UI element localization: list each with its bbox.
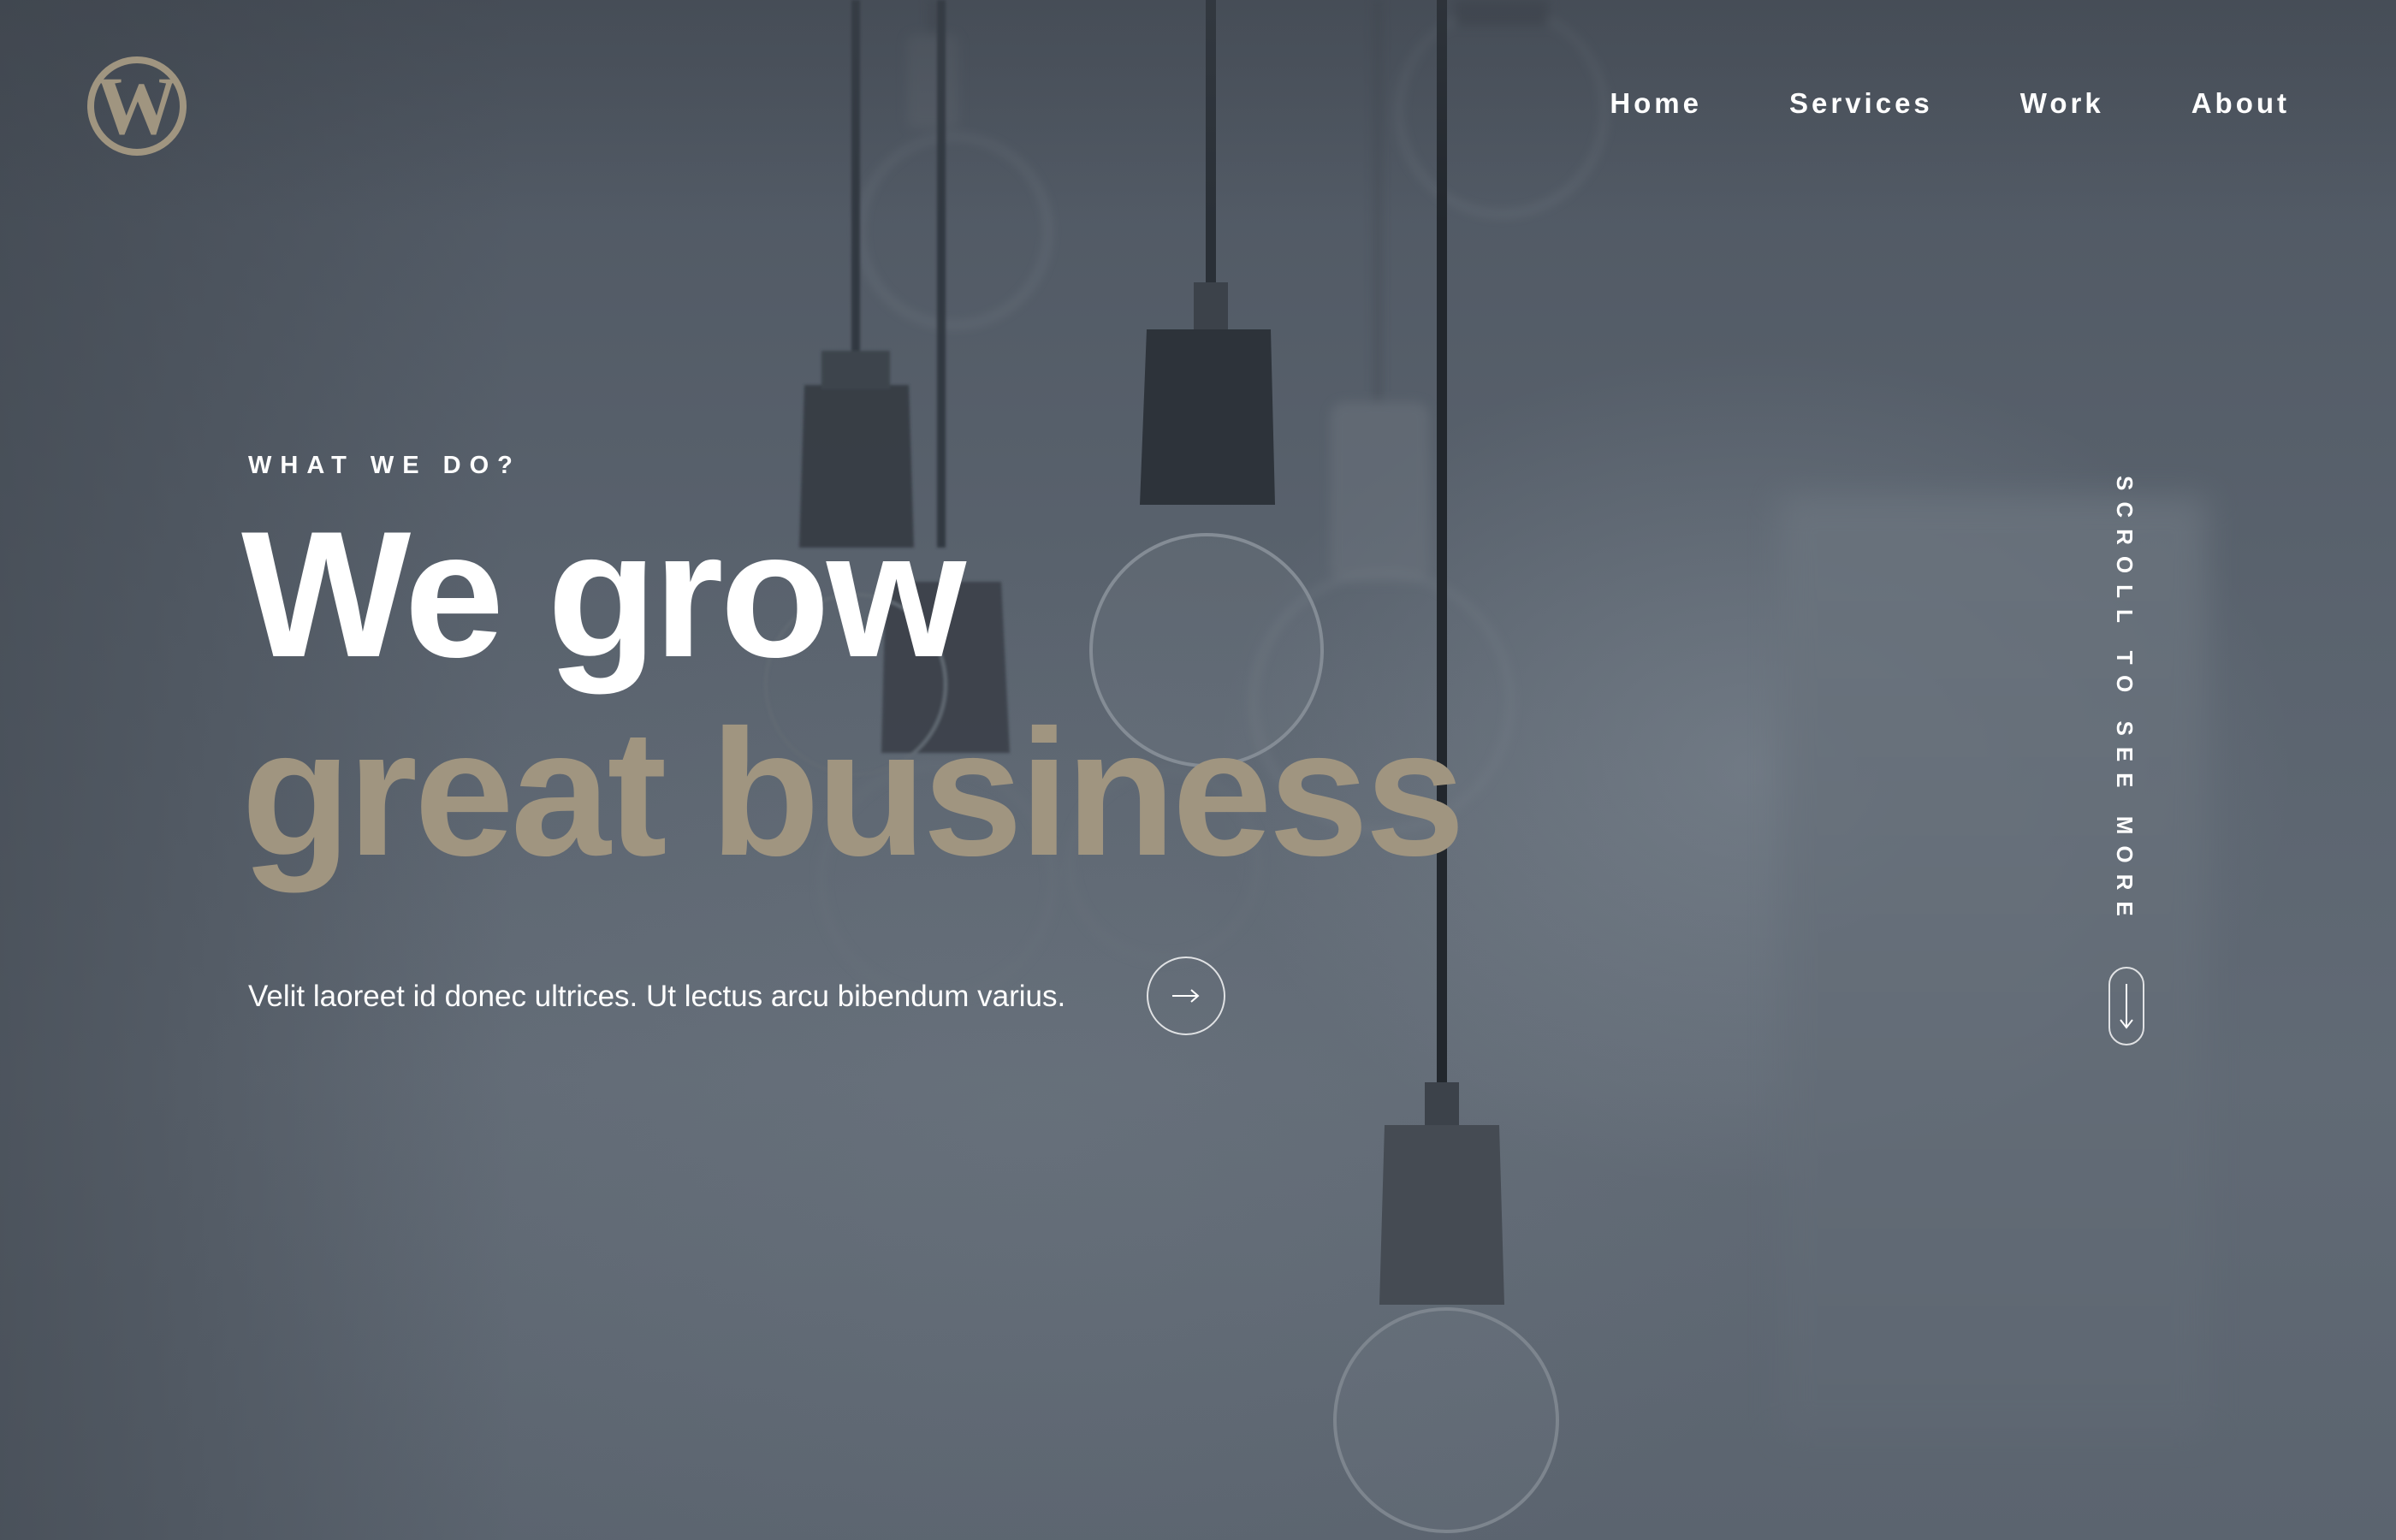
scroll-down-button[interactable]: [2108, 967, 2144, 1045]
hero-eyebrow: WHAT WE DO?: [248, 452, 521, 479]
svg-text:W: W: [96, 60, 178, 151]
scroll-hint-label: SCROLL TO SEE MORE: [2112, 476, 2138, 927]
wordpress-logo-icon[interactable]: W: [86, 55, 188, 157]
nav-item-services[interactable]: Services: [1789, 87, 1933, 120]
nav-item-work[interactable]: Work: [2020, 87, 2104, 120]
arrow-right-icon: [1172, 989, 1200, 1003]
hero-headline-line1: We grow: [241, 494, 966, 695]
hero-lead-text: Velit laoreet id donec ultrices. Ut lect…: [248, 980, 1066, 1013]
arrow-down-icon: [2120, 984, 2133, 1029]
nav-item-home[interactable]: Home: [1610, 87, 1702, 120]
hero-cta-button[interactable]: [1147, 957, 1225, 1035]
nav-item-about[interactable]: About: [2191, 87, 2290, 120]
main-navigation: Home Services Work About: [1610, 87, 2290, 120]
hero-headline-line2: great business: [241, 692, 1465, 893]
